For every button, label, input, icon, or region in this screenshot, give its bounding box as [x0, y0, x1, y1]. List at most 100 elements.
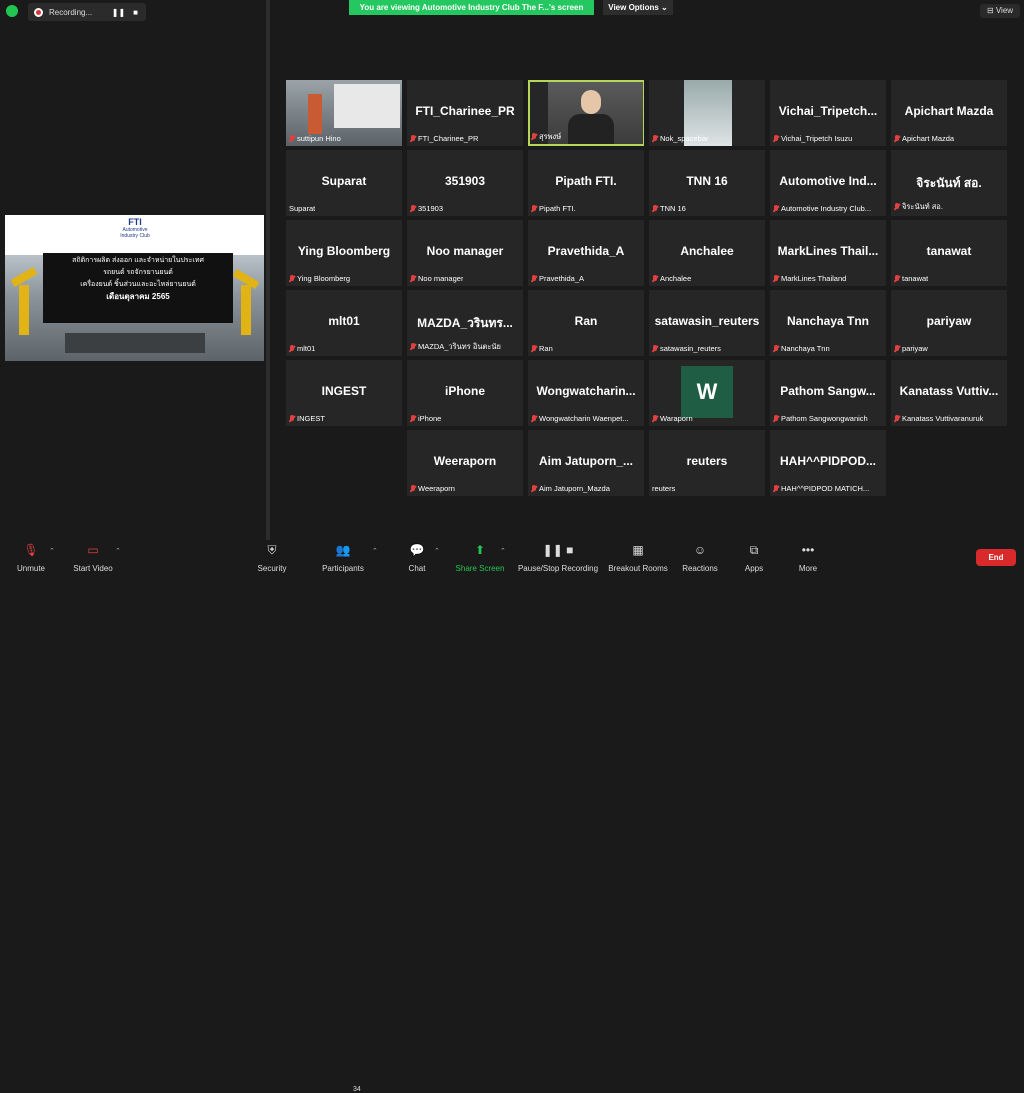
chat-chevron-icon[interactable]: ⌃	[434, 547, 440, 555]
unmute-button[interactable]: 🎙 Unmute	[14, 543, 48, 573]
slide-line-2: รถยนต์ รถจักรยานยนต์	[103, 269, 173, 276]
participant-name: Anchalee	[660, 274, 692, 283]
stop-recording-icon[interactable]: ■	[133, 8, 138, 17]
participant-tile[interactable]: สุรพงษ์	[528, 80, 644, 146]
mic-muted-icon	[410, 343, 416, 351]
share-screen-button[interactable]: ⬆ Share Screen	[454, 543, 506, 573]
participant-tile[interactable]: pariyaw pariyaw	[891, 290, 1007, 356]
reactions-button[interactable]: ☺ Reactions	[680, 543, 720, 573]
participant-name-label: Waraporn	[652, 414, 693, 423]
participant-tile[interactable]: HAH^^PIDPOD... HAH^^PIDPOD MATICH...	[770, 430, 886, 496]
participant-display-name: iPhone	[444, 384, 485, 398]
participant-name-label: Noo manager	[410, 274, 463, 283]
recording-indicator: Recording... ❚❚ ■	[28, 3, 146, 21]
participant-tile[interactable]: Automotive Ind... Automotive Industry Clu…	[770, 150, 886, 216]
participant-tile[interactable]: tanawat tanawat	[891, 220, 1007, 286]
participant-tile[interactable]: Suparat Suparat	[286, 150, 402, 216]
participant-tile[interactable]: Ran Ran	[528, 290, 644, 356]
apps-button[interactable]: ⧉ Apps	[740, 543, 768, 573]
mic-muted-icon	[289, 134, 295, 143]
participant-tile[interactable]: satawasin_reuters satawasin_reuters	[649, 290, 765, 356]
participant-name-label: Wongwatcharin Waenpet...	[531, 414, 629, 423]
participant-tile[interactable]: Nok_spacebar	[649, 80, 765, 146]
participant-tile[interactable]: Nanchaya Tnn Nanchaya Tnn	[770, 290, 886, 356]
participant-tile[interactable]: Pravethida_A Pravethida_A	[528, 220, 644, 286]
pause-recording-icon[interactable]: ❚❚	[112, 8, 125, 17]
participant-name-label: Suparat	[289, 204, 315, 213]
mic-muted-icon	[289, 344, 295, 353]
participant-name-label: MarkLines Thailand	[773, 274, 846, 283]
mic-muted-icon	[894, 274, 900, 283]
share-screen-chevron-icon[interactable]: ⌃	[500, 547, 506, 555]
participant-tile[interactable]: MarkLines Thail... MarkLines Thailand	[770, 220, 886, 286]
participant-tile[interactable]: Ying Bloomberg Ying Bloomberg	[286, 220, 402, 286]
participant-name: Aim Jatuporn_Mazda	[539, 484, 610, 493]
participant-display-name: MarkLines Thail...	[777, 244, 879, 258]
participant-tile[interactable]: Noo manager Noo manager	[407, 220, 523, 286]
participant-display-name: Aim Jatuporn_...	[538, 454, 633, 468]
participant-tile[interactable]: MAZDA_วรินทร... MAZDA_วรินทร อินตะนัย	[407, 290, 523, 356]
participant-tile[interactable]: W Waraporn	[649, 360, 765, 426]
participant-tile[interactable]: iPhone iPhone	[407, 360, 523, 426]
split-divider[interactable]	[266, 0, 270, 540]
participant-tile[interactable]: Aim Jatuporn_... Aim Jatuporn_Mazda	[528, 430, 644, 496]
participant-tile[interactable]: Wongwatcharin... Wongwatcharin Waenpet...	[528, 360, 644, 426]
participant-display-name: Anchalee	[680, 244, 734, 258]
view-button[interactable]: ⊟ View	[980, 4, 1020, 18]
participant-name-label: Pathom Sangwongwanich	[773, 414, 868, 423]
participant-tile[interactable]: TNN 16 TNN 16	[649, 150, 765, 216]
start-video-button[interactable]: ▭ Start Video	[70, 543, 116, 573]
participant-tile[interactable]: จิระนันท์ สอ. จิระนันท์ สอ.	[891, 150, 1007, 216]
participant-name: Automotive Industry Club...	[781, 204, 872, 213]
more-button[interactable]: ••• More	[794, 543, 822, 573]
mic-muted-icon	[773, 484, 779, 493]
participant-display-name: Noo manager	[426, 244, 504, 258]
participant-display-name: Suparat	[321, 174, 367, 188]
participant-name: Wongwatcharin Waenpet...	[539, 414, 629, 423]
mic-muted-icon	[531, 484, 537, 493]
mic-muted-icon	[773, 134, 779, 143]
participant-name: Weeraporn	[418, 484, 455, 493]
participant-tile[interactable]: mlt01 mlt01	[286, 290, 402, 356]
participant-name-label: HAH^^PIDPOD MATICH...	[773, 484, 869, 493]
participant-display-name: pariyaw	[926, 314, 972, 328]
end-meeting-button[interactable]: End	[976, 549, 1016, 566]
participants-chevron-icon[interactable]: ⌃	[372, 547, 378, 555]
viewing-banner: You are viewing Automotive Industry Club…	[349, 0, 594, 15]
participant-tile[interactable]: Anchalee Anchalee	[649, 220, 765, 286]
pause-stop-recording-button[interactable]: ❚❚ ■ Pause/Stop Recording	[516, 543, 600, 573]
participant-tile[interactable]: Weeraporn Weeraporn	[407, 430, 523, 496]
participant-tile[interactable]: Vichai_Tripetch... Vichai_Tripetch Isuzu	[770, 80, 886, 146]
chat-button[interactable]: 💬 Chat	[404, 543, 430, 573]
participant-tile[interactable]: INGEST INGEST	[286, 360, 402, 426]
participant-tile[interactable]: FTI_Charinee_PR FTI_Charinee_PR	[407, 80, 523, 146]
participant-video	[548, 82, 643, 144]
participant-tile[interactable]: Pathom Sangw... Pathom Sangwongwanich	[770, 360, 886, 426]
participant-display-name: HAH^^PIDPOD...	[779, 454, 877, 468]
shared-screen: FTI Automotive Industry Club สถิติการผลิ…	[5, 215, 264, 361]
participant-name: Waraporn	[660, 414, 693, 423]
participant-tile[interactable]: Kanatass Vuttiv... Kanatass Vuttivaranuru…	[891, 360, 1007, 426]
participant-name: Noo manager	[418, 274, 464, 283]
participant-name-label: INGEST	[289, 414, 325, 423]
participant-name-label: Aim Jatuporn_Mazda	[531, 484, 610, 493]
participants-button[interactable]: 👥 Participants	[318, 543, 368, 573]
video-options-chevron-icon[interactable]: ⌃	[115, 547, 121, 555]
security-shield-icon[interactable]	[6, 5, 18, 17]
audio-options-chevron-icon[interactable]: ⌃	[49, 547, 55, 555]
participant-display-name: Vichai_Tripetch...	[778, 104, 878, 118]
mic-muted-icon	[894, 203, 900, 211]
view-options-button[interactable]: View Options ⌄	[603, 0, 673, 15]
recording-label: Recording...	[49, 7, 93, 17]
breakout-rooms-button[interactable]: ▦ Breakout Rooms	[606, 543, 670, 573]
mic-muted-icon	[531, 133, 537, 141]
participant-tile[interactable]: Pipath FTI. Pipath FTI.	[528, 150, 644, 216]
security-button[interactable]: ⛨ Security	[254, 543, 290, 573]
participant-tile[interactable]: suttipun Hino	[286, 80, 402, 146]
participant-tile[interactable]: reuters reuters	[649, 430, 765, 496]
participant-name-label: suttipun Hino	[289, 134, 341, 143]
participant-tile[interactable]: Apichart Mazda Apichart Mazda	[891, 80, 1007, 146]
shield-icon: ⛨	[267, 543, 277, 557]
participant-tile[interactable]: 351903 351903	[407, 150, 523, 216]
participant-name: iPhone	[418, 414, 442, 423]
